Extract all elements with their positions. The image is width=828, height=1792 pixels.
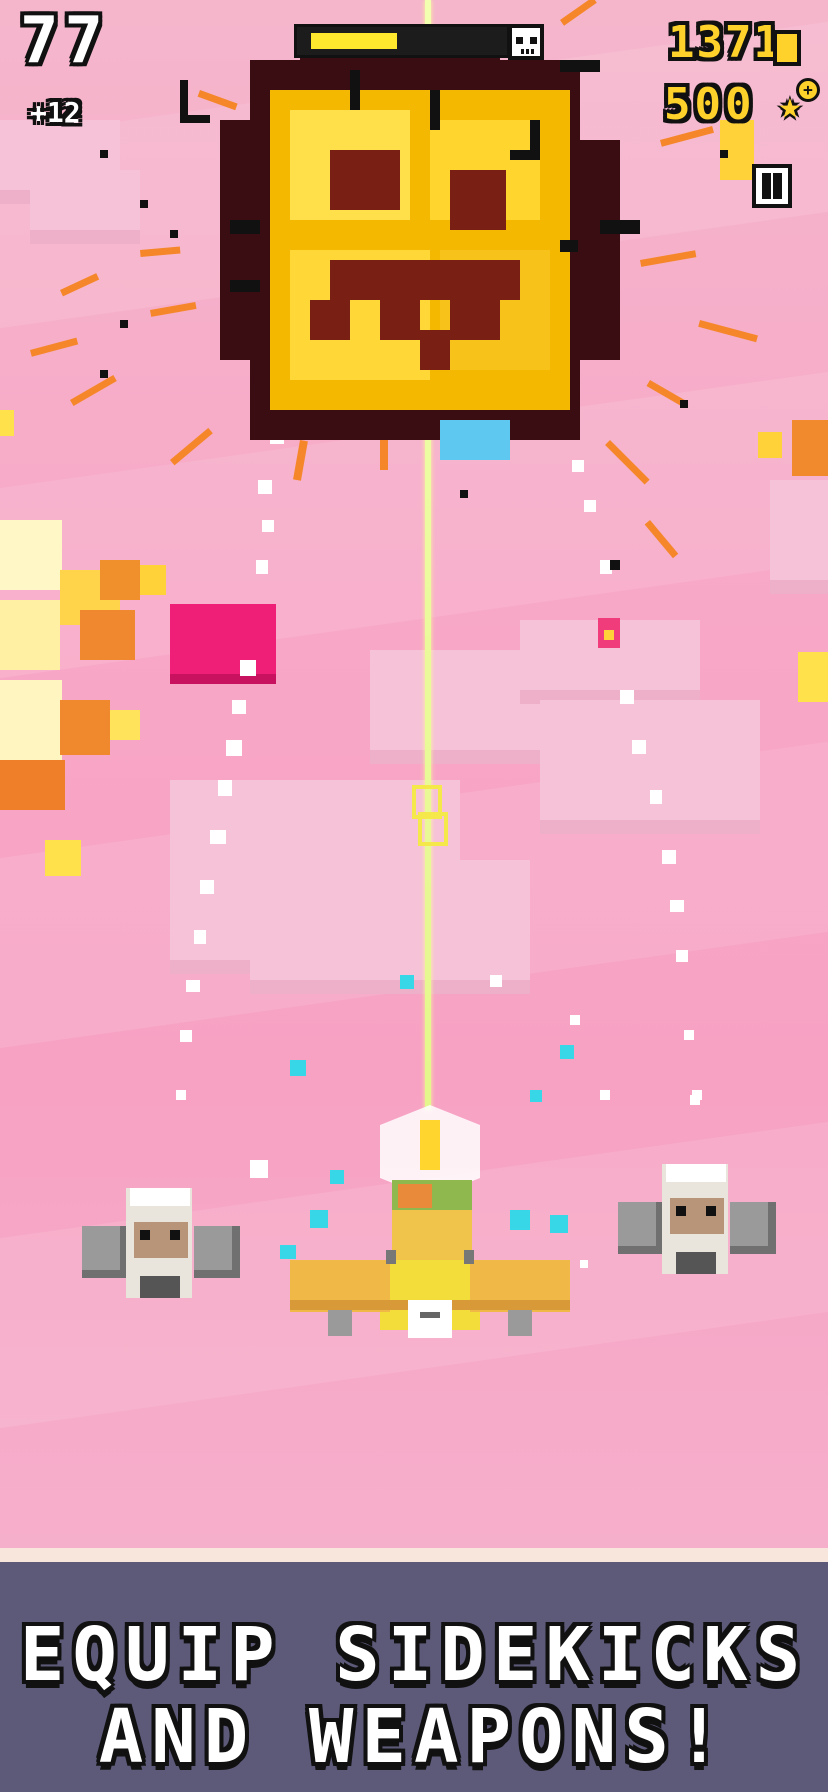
add-gems-button[interactable]: + [796,78,820,102]
coin-counter: 1371 [668,17,782,68]
sidekick-face [670,1198,724,1234]
sidekick-head [666,1164,726,1182]
boss-health-bar [294,24,510,58]
sidekick-wing [194,1226,240,1278]
sidekick-wing [618,1202,664,1254]
pause-icon[interactable] [752,164,792,208]
sidekick-wing [730,1202,776,1254]
sidekick-left[interactable] [82,1188,252,1308]
banner-line-1: EQUIP SIDEKICKS [19,1612,809,1698]
player-ship[interactable] [0,0,828,1548]
sidekick-base [140,1276,180,1298]
sidekick-eye [170,1230,180,1240]
banner-line-2: AND WEAPONS! [98,1694,730,1780]
sidekick-eye [676,1206,686,1216]
sidekick-base [676,1252,716,1274]
sidekick-face [134,1222,188,1258]
score-counter: 77 [20,4,110,78]
game-viewport[interactable]: 77 +12 1371 500 ★ + [0,0,828,1548]
skull-icon [508,24,544,60]
sidekick-right[interactable] [618,1164,788,1284]
sidekick-eye [706,1206,716,1216]
score-bonus: +12 [30,96,81,129]
sidekick-wing [82,1226,128,1278]
sidekick-head [130,1188,190,1206]
coin-icon [773,30,801,66]
boss-health-fill [311,33,397,49]
gem-counter: 500 [664,79,756,130]
sidekick-eye [140,1230,150,1240]
promo-banner: EQUIP SIDEKICKS AND WEAPONS! [0,1548,828,1792]
